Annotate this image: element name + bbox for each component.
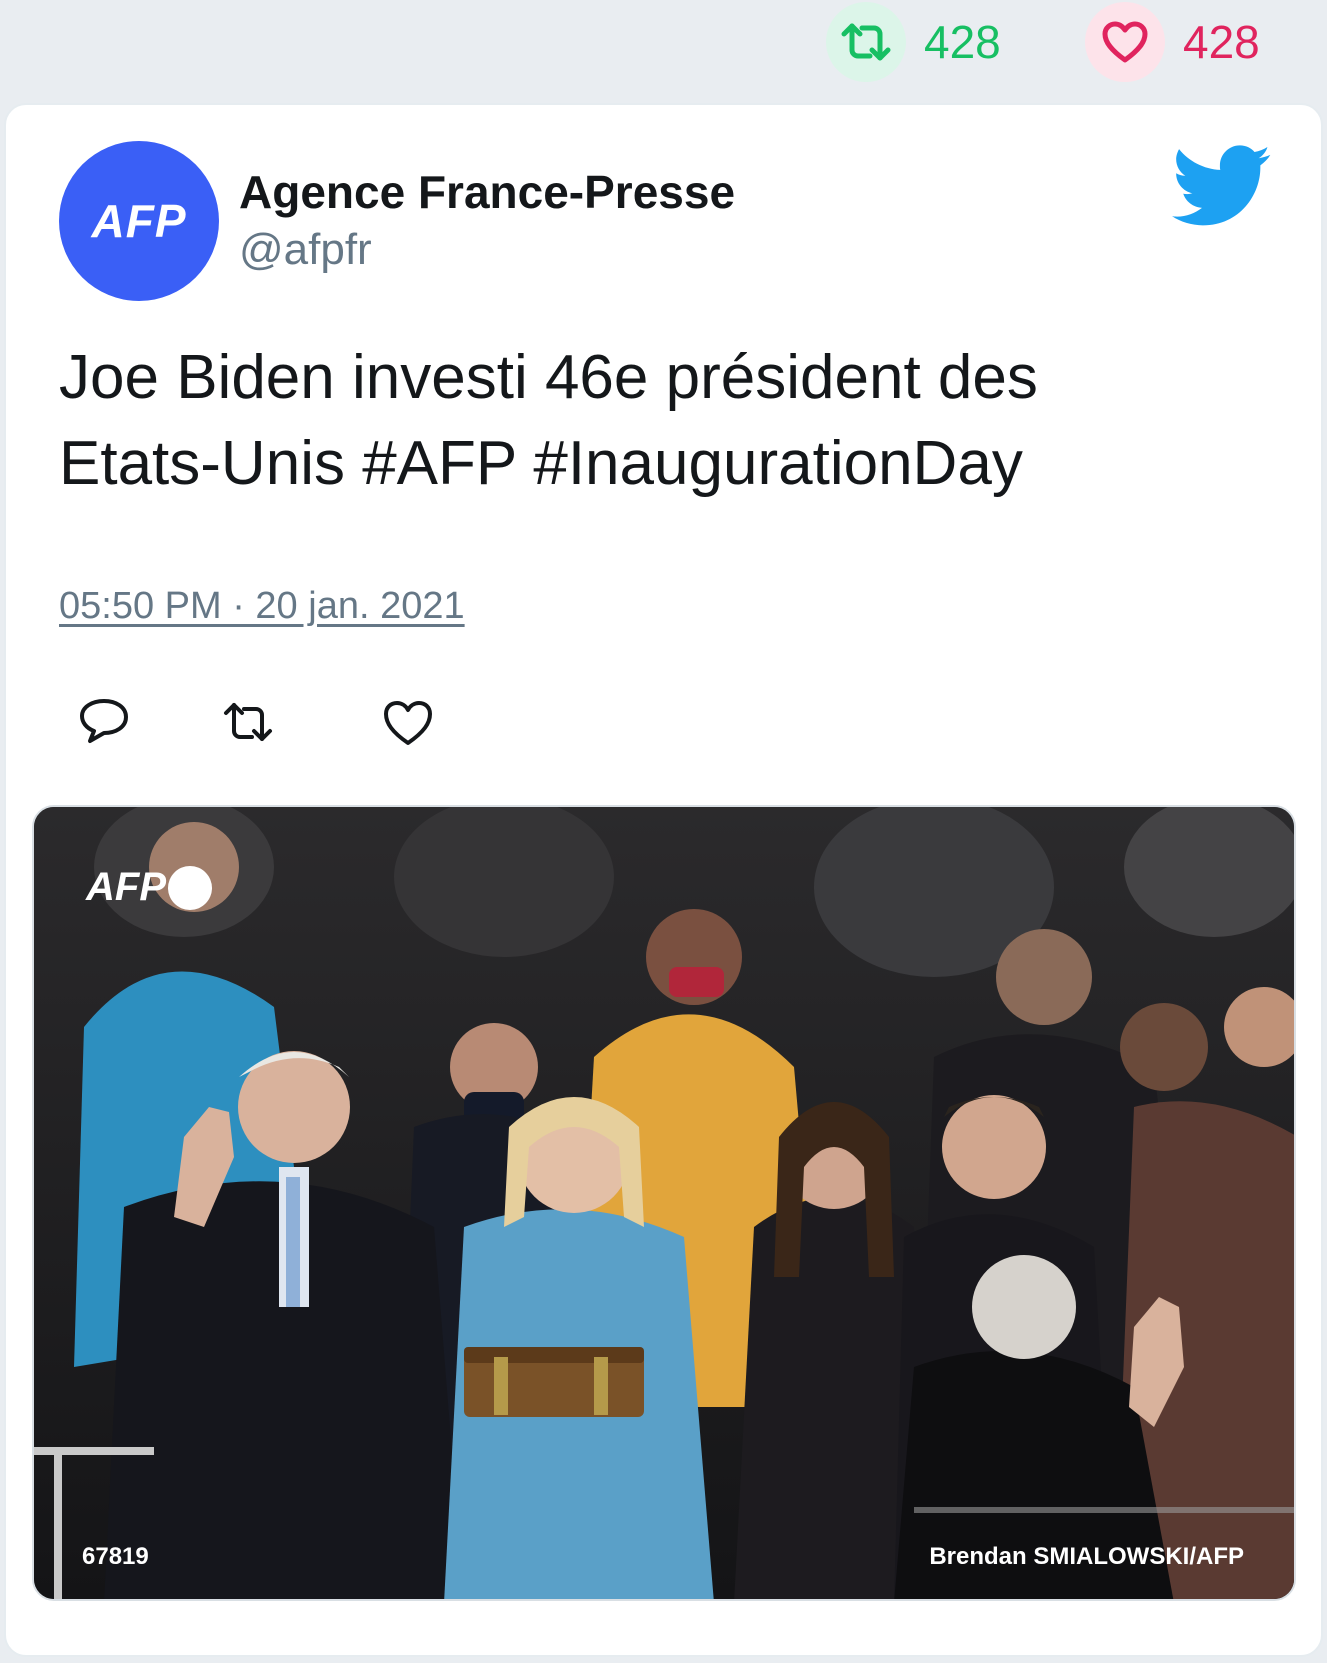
- tweet-timestamp-link[interactable]: 05:50 PM · 20 jan. 2021: [59, 585, 465, 628]
- photo-credit: Brendan SMIALOWSKI/AFP: [929, 1543, 1244, 1570]
- tweet-text-line: Joe Biden investi 46e président des: [59, 343, 1038, 412]
- reply-icon[interactable]: [76, 695, 132, 751]
- like-stat[interactable]: 428: [1085, 2, 1260, 82]
- tweet-text: Joe Biden investi 46e président des Etat…: [59, 335, 1259, 507]
- watermark-dot: [168, 865, 212, 910]
- tweet-card: AFP Agence France-Presse @afpfr Joe Bide…: [4, 103, 1323, 1657]
- tweet-photo[interactable]: AFP 67819 Brendan SMIALOWSKI/AFP: [32, 805, 1296, 1601]
- tweet-text-line: Etats-Unis #AFP #InaugurationDay: [59, 429, 1023, 498]
- engagement-stats: 428 428: [0, 0, 1327, 100]
- avatar[interactable]: AFP: [59, 141, 219, 301]
- twitter-bird-icon[interactable]: [1172, 145, 1272, 229]
- like-count: 428: [1183, 16, 1260, 68]
- author-name[interactable]: Agence France-Presse: [239, 165, 735, 219]
- retweet-icon: [826, 2, 906, 82]
- author-handle[interactable]: @afpfr: [239, 225, 372, 275]
- photo-id: 67819: [82, 1543, 149, 1570]
- retweet-stat[interactable]: 428: [826, 2, 1001, 82]
- inauguration-photo: [34, 807, 1294, 1599]
- watermark-text: AFP: [86, 865, 166, 909]
- afp-watermark: AFP: [86, 865, 212, 910]
- like-action-icon[interactable]: [380, 695, 436, 751]
- heart-icon: [1085, 2, 1165, 82]
- retweet-count: 428: [924, 16, 1001, 68]
- retweet-action-icon[interactable]: [220, 695, 276, 751]
- avatar-logo-text: AFP: [91, 195, 187, 247]
